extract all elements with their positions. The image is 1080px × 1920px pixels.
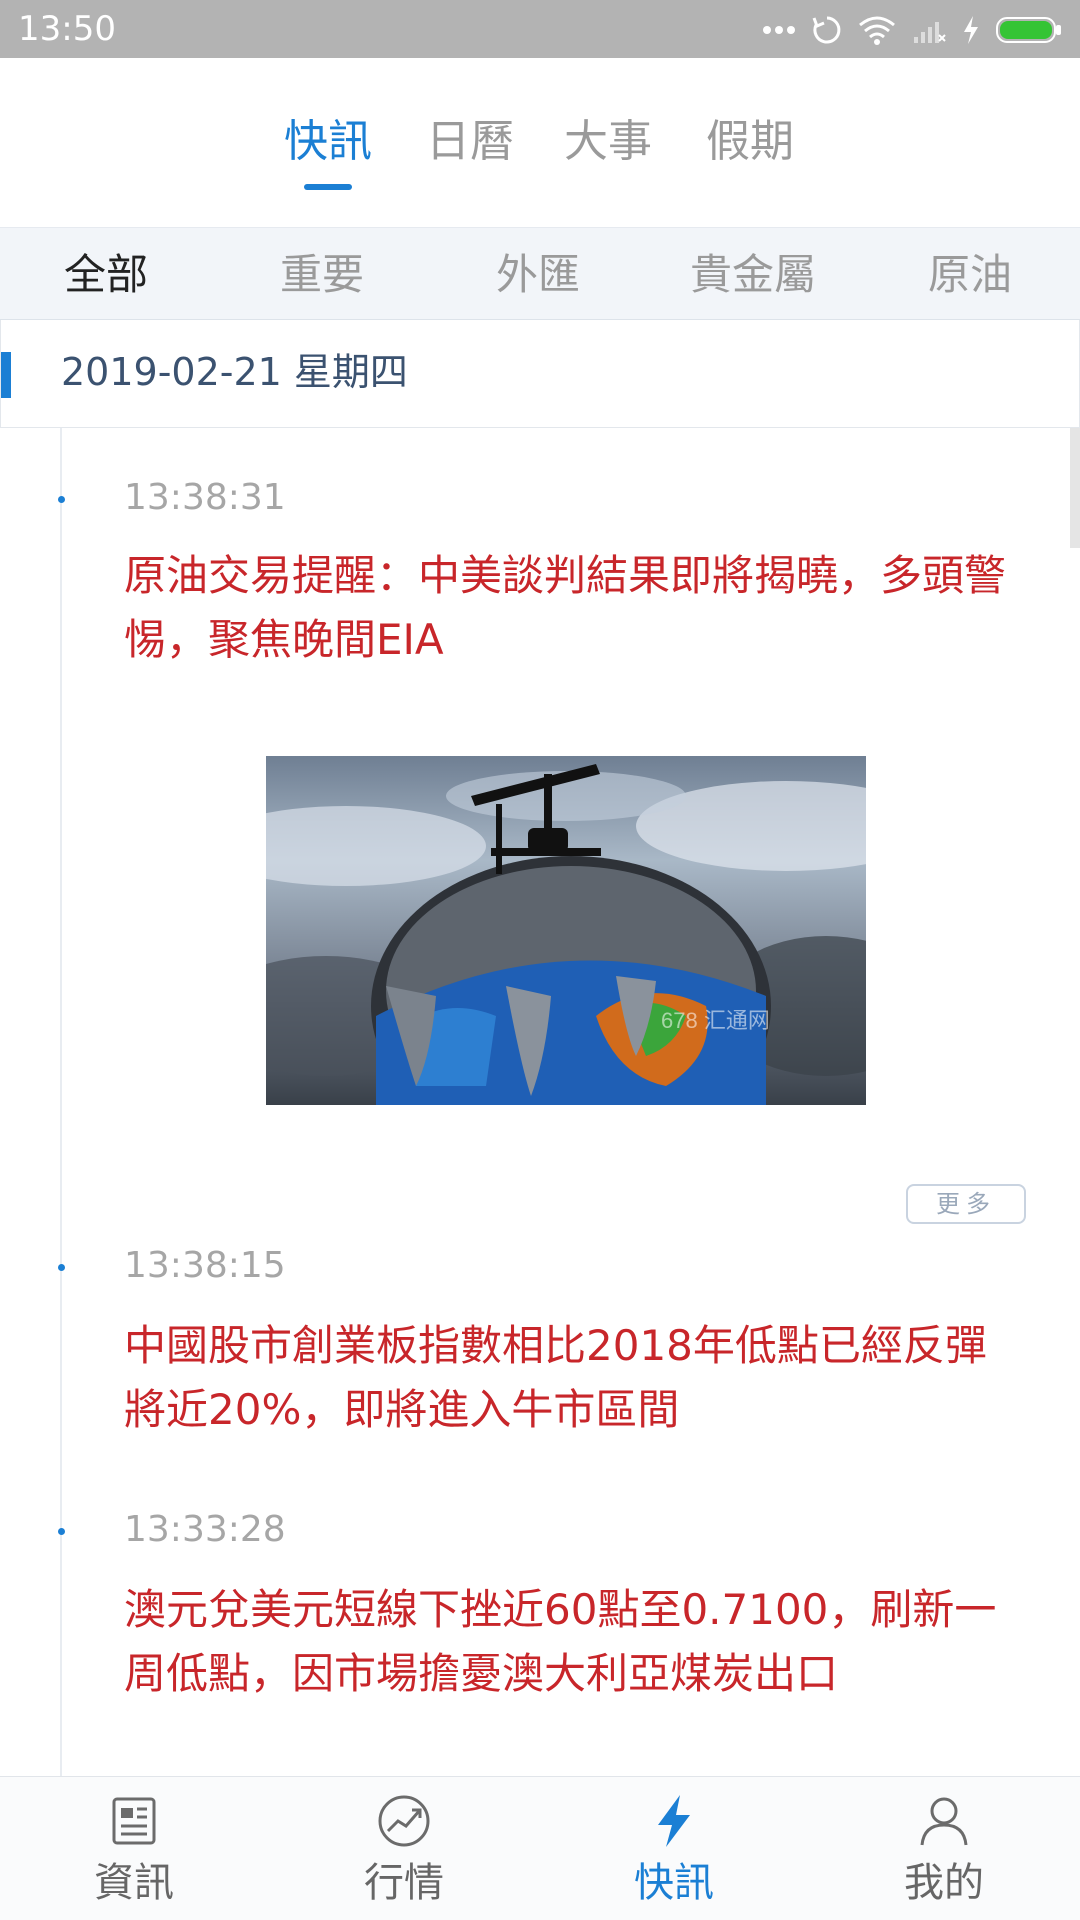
nav-profile[interactable]: 我的 <box>844 1777 1044 1920</box>
oil-pump-globe-illustration: 678 汇通网 <box>266 756 866 1105</box>
tab-holidays[interactable]: 假期 <box>706 120 794 164</box>
lightning-icon <box>646 1793 702 1849</box>
market-chart-icon <box>376 1793 432 1849</box>
nav-news[interactable]: 資訊 <box>34 1777 234 1920</box>
category-crude-oil[interactable]: 原油 <box>928 254 1012 296</box>
tab-calendar[interactable]: 日曆 <box>426 120 514 164</box>
sync-icon <box>812 15 842 45</box>
timeline-dot <box>58 1528 65 1535</box>
nav-news-label: 資訊 <box>34 1863 234 1903</box>
image-watermark: 678 汇通网 <box>661 1008 770 1033</box>
date-header: 2019-02-21 星期四 <box>0 320 1080 428</box>
more-button[interactable]: 更多 <box>906 1184 1026 1224</box>
charging-icon <box>962 15 980 45</box>
scrollbar[interactable] <box>1070 428 1080 548</box>
top-tab-bar: 快訊 日曆 大事 假期 <box>0 58 1080 228</box>
battery-icon <box>996 15 1062 45</box>
timeline-dot <box>58 1264 65 1271</box>
nav-flash[interactable]: 快訊 <box>574 1777 774 1920</box>
item-headline[interactable]: 原油交易提醒：中美談判結果即將揭曉，多頭警惕，聚焦晚間EIA <box>124 544 1024 672</box>
nav-flash-label: 快訊 <box>574 1863 774 1903</box>
category-filter-bar: 全部 重要 外匯 貴金屬 原油 <box>0 228 1080 320</box>
news-feed[interactable]: 13:38:31 原油交易提醒：中美談判結果即將揭曉，多頭警惕，聚焦晚間EIA <box>0 428 1080 1778</box>
active-tab-indicator <box>304 184 352 190</box>
status-bar: 13:50 <box>0 0 1080 58</box>
status-time: 13:50 <box>18 9 116 49</box>
status-icons <box>762 10 1062 50</box>
user-icon <box>916 1793 972 1849</box>
nav-profile-label: 我的 <box>844 1863 1044 1903</box>
item-time: 13:33:28 <box>124 1512 286 1548</box>
wifi-icon <box>858 15 896 45</box>
app-screen: 13:50 快訊 日曆 大事 假期 全部 重要 外匯 貴金屬 原油 2019-0… <box>0 0 1080 1920</box>
item-time: 13:38:15 <box>124 1248 286 1284</box>
nav-market-label: 行情 <box>304 1863 504 1903</box>
date-label: 2019-02-21 星期四 <box>61 352 408 394</box>
timeline-dot <box>58 496 65 503</box>
category-important[interactable]: 重要 <box>280 254 364 296</box>
more-dots-icon <box>762 25 796 35</box>
item-time: 13:38:31 <box>124 480 286 516</box>
news-icon <box>106 1793 162 1849</box>
category-precious-metals[interactable]: 貴金屬 <box>690 254 816 296</box>
item-headline[interactable]: 中國股市創業板指數相比2018年低點已經反彈將近20%，即將進入牛市區間 <box>124 1314 1024 1442</box>
oil-globe-image[interactable]: 678 汇通网 <box>266 756 866 1105</box>
bottom-nav: 資訊 行情 快訊 我的 <box>0 1776 1080 1920</box>
signal-icon <box>912 15 946 45</box>
item-headline[interactable]: 澳元兌美元短線下挫近60點至0.7100，刷新一周低點，因市場擔憂澳大利亞煤炭出… <box>124 1578 1024 1706</box>
tab-flash-news[interactable]: 快訊 <box>284 120 372 164</box>
date-accent-bar <box>1 352 11 398</box>
nav-market[interactable]: 行情 <box>304 1777 504 1920</box>
category-forex[interactable]: 外匯 <box>496 254 580 296</box>
tab-major-events[interactable]: 大事 <box>564 120 652 164</box>
category-all[interactable]: 全部 <box>64 254 148 296</box>
timeline-line <box>60 428 62 1778</box>
